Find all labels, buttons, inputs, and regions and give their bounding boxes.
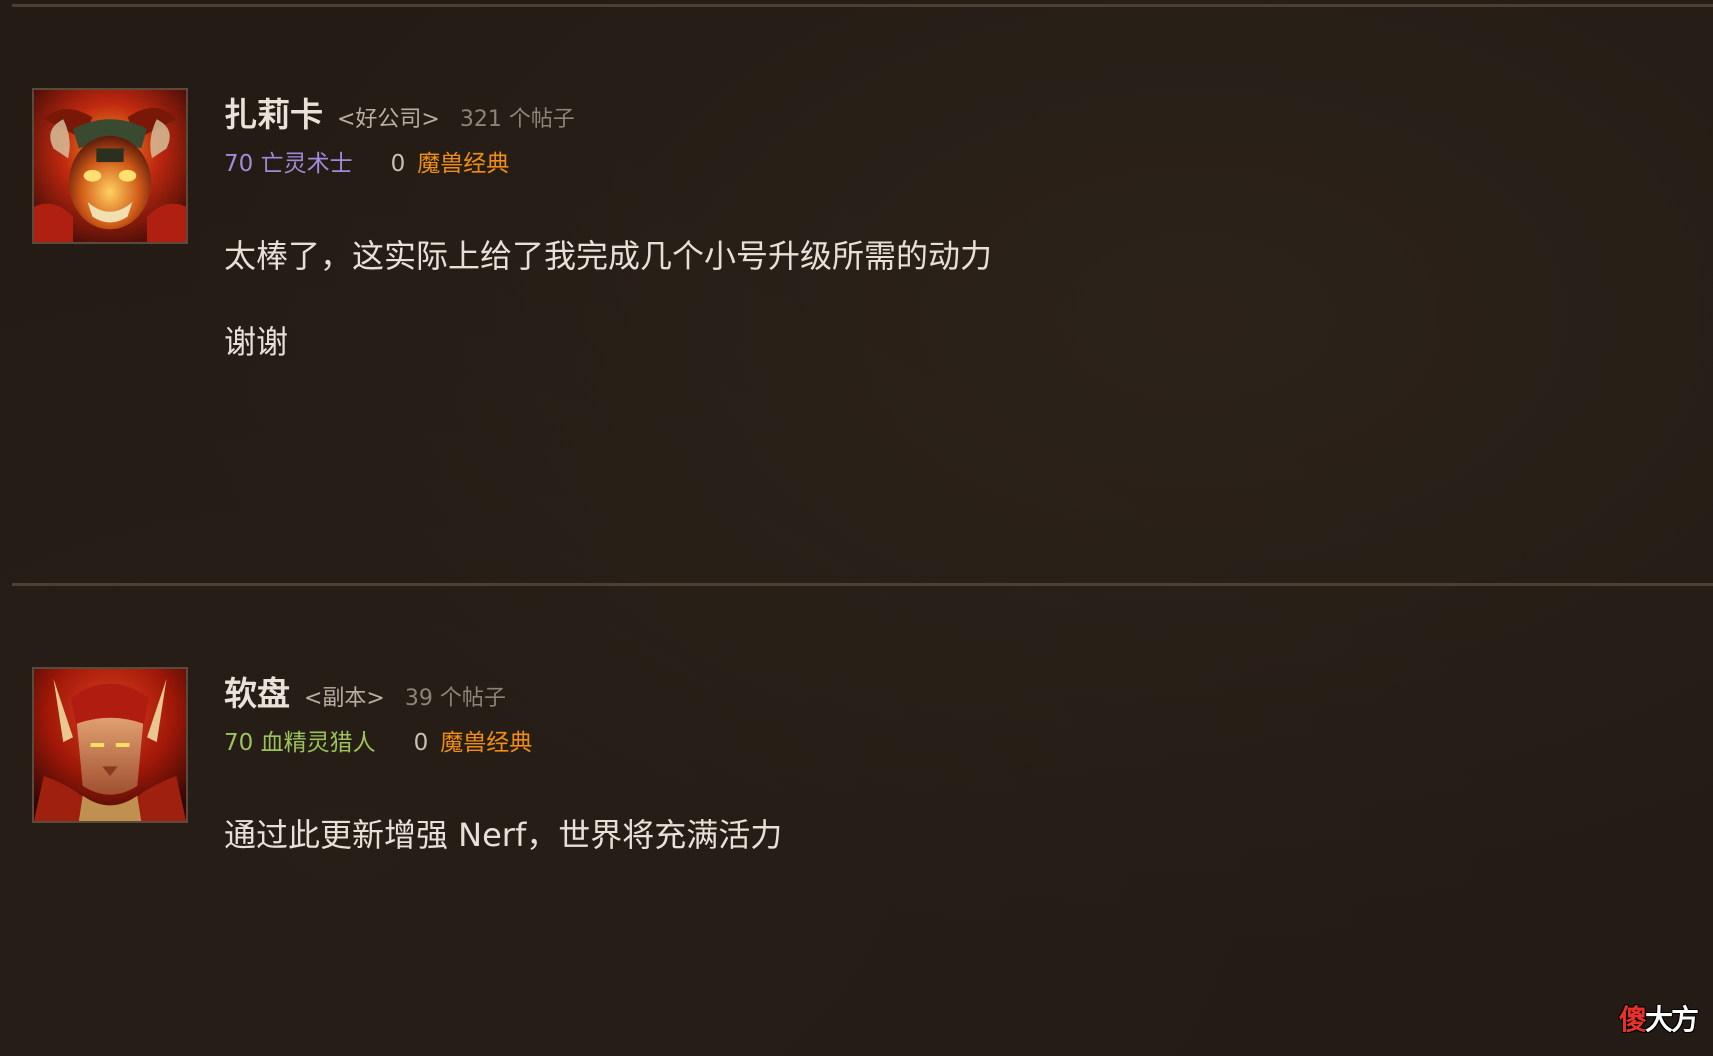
blood-elf-avatar-icon[interactable] xyxy=(32,667,188,823)
post-author-meta: 扎莉卡 <好公司> 321 个帖子 70 亡灵术士 0 魔兽经典 xyxy=(224,88,575,184)
game-tag[interactable]: 魔兽经典 xyxy=(417,144,509,178)
post-body-line: 太棒了，这实际上给了我完成几个小号升级所需的动力 xyxy=(224,237,993,275)
character-level-class: 70 亡灵术士 xyxy=(224,151,353,177)
post-body-line: 通过此更新增强 Nerf，世界将充满活力 xyxy=(224,816,783,854)
character-line: 70 血精灵猎人 0 魔兽经典 xyxy=(224,723,532,763)
reputation-count: 0 xyxy=(390,151,406,177)
top-divider xyxy=(12,4,1713,7)
character-line: 70 亡灵术士 0 魔兽经典 xyxy=(224,144,575,184)
post-author-meta: 软盘 <副本> 39 个帖子 70 血精灵猎人 0 魔兽经典 xyxy=(224,667,532,763)
post-count: 39 个帖子 xyxy=(404,686,506,711)
game-tag[interactable]: 魔兽经典 xyxy=(440,723,532,757)
demon-avatar-icon[interactable] xyxy=(32,88,188,244)
watermark-logo: 傻大方 xyxy=(1618,998,1699,1038)
post-body-line: 谢谢 xyxy=(224,323,289,361)
character-level-class: 70 血精灵猎人 xyxy=(224,730,376,756)
watermark-part2: 大方 xyxy=(1644,1003,1699,1036)
forum-thread-page: 扎莉卡 <好公司> 321 个帖子 70 亡灵术士 0 魔兽经典 太棒了，这实际… xyxy=(0,0,1713,1056)
author-name[interactable]: 扎莉卡 xyxy=(224,88,323,136)
watermark-part1: 傻 xyxy=(1618,1003,1647,1036)
post-divider xyxy=(12,583,1713,586)
author-name[interactable]: 软盘 xyxy=(224,667,290,715)
guild-name: <副本> xyxy=(304,686,385,711)
post-count: 321 个帖子 xyxy=(459,107,575,132)
reputation-count: 0 xyxy=(413,730,429,756)
author-line: 扎莉卡 <好公司> 321 个帖子 xyxy=(224,88,575,140)
author-line: 软盘 <副本> 39 个帖子 xyxy=(224,667,532,719)
guild-name: <好公司> xyxy=(337,107,440,132)
